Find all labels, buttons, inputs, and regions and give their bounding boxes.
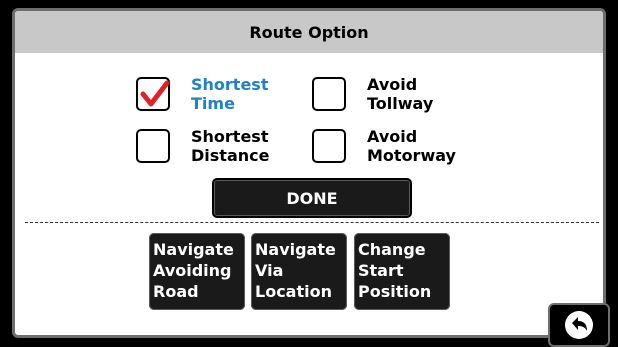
option-shortest-distance[interactable]: Shortest Distance <box>136 127 269 165</box>
shortest-time-checkbox[interactable] <box>136 77 170 111</box>
shortest-distance-checkbox[interactable] <box>136 129 170 163</box>
done-button[interactable]: DONE <box>212 178 412 218</box>
checkmark-icon <box>140 80 170 107</box>
navigate-avoiding-road-button[interactable]: Navigate Avoiding Road <box>149 233 245 310</box>
divider <box>25 222 599 223</box>
back-arrow-icon <box>565 311 593 339</box>
back-button[interactable] <box>548 303 610 347</box>
option-shortest-time[interactable]: Shortest Time <box>136 75 268 113</box>
navigate-via-location-button[interactable]: Navigate Via Location <box>251 233 347 310</box>
change-start-position-button[interactable]: Change Start Position <box>354 233 450 310</box>
shortest-time-label: Shortest Time <box>191 75 269 113</box>
avoid-motorway-checkbox[interactable] <box>312 129 346 163</box>
avoid-tollway-label: Avoid Tollway <box>367 75 434 113</box>
avoid-motorway-label: Avoid Motorway <box>367 127 456 165</box>
dialog-title: Route Option <box>15 11 603 53</box>
shortest-distance-label: Shortest Distance <box>191 127 270 165</box>
route-option-dialog: Route Option Shortest Time Avoid Tollway… <box>12 8 606 338</box>
option-avoid-motorway[interactable]: Avoid Motorway <box>312 127 456 165</box>
option-avoid-tollway[interactable]: Avoid Tollway <box>312 75 433 113</box>
avoid-tollway-checkbox[interactable] <box>312 77 346 111</box>
